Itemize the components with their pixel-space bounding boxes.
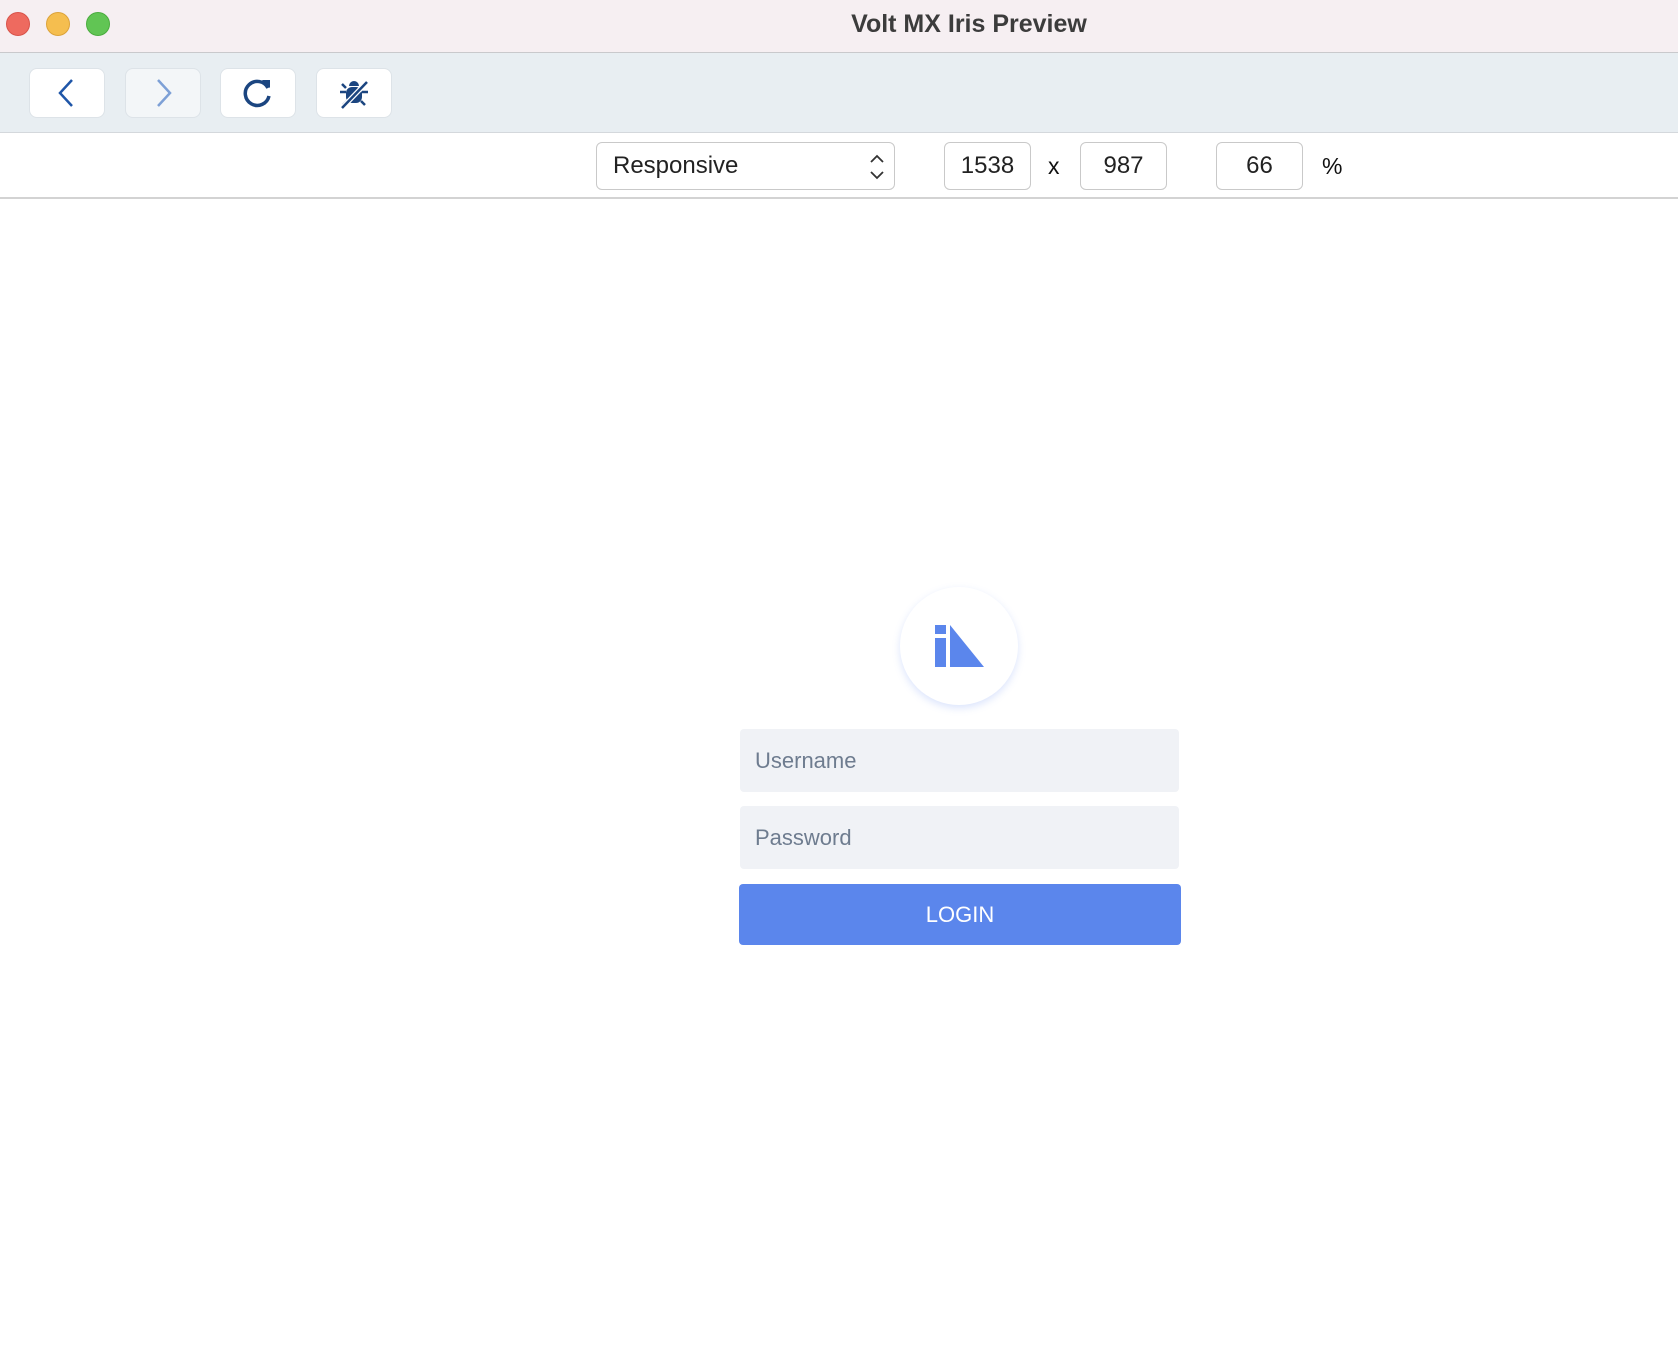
password-input[interactable] [740, 806, 1179, 869]
zoom-unit-label: % [1322, 153, 1343, 179]
reload-icon [243, 79, 271, 108]
login-button[interactable]: LOGIN [739, 884, 1181, 945]
device-select[interactable]: Responsive [596, 142, 895, 190]
dimension-separator: x [1048, 153, 1060, 179]
username-input[interactable] [740, 729, 1179, 792]
chevron-left-icon [58, 79, 73, 107]
chevron-right-icon [157, 79, 172, 107]
preview-controls: Responsive 1538 x 987 66 % [0, 133, 1678, 199]
bug-off-icon [340, 80, 369, 110]
debug-toggle-button[interactable] [316, 68, 392, 118]
title-bar: Volt MX Iris Preview [0, 0, 1678, 53]
select-updown-icon [870, 154, 884, 180]
window-title: Volt MX Iris Preview [851, 10, 1087, 38]
back-button[interactable] [29, 68, 105, 118]
reload-button[interactable] [220, 68, 296, 118]
app-logo [900, 587, 1018, 705]
forward-button[interactable] [125, 68, 201, 118]
zoom-input[interactable]: 66 [1216, 142, 1303, 190]
device-select-value: Responsive [613, 152, 739, 179]
iris-logo-icon [935, 625, 984, 667]
toolbar [0, 53, 1678, 133]
height-input[interactable]: 987 [1080, 142, 1167, 190]
width-input[interactable]: 1538 [944, 142, 1031, 190]
